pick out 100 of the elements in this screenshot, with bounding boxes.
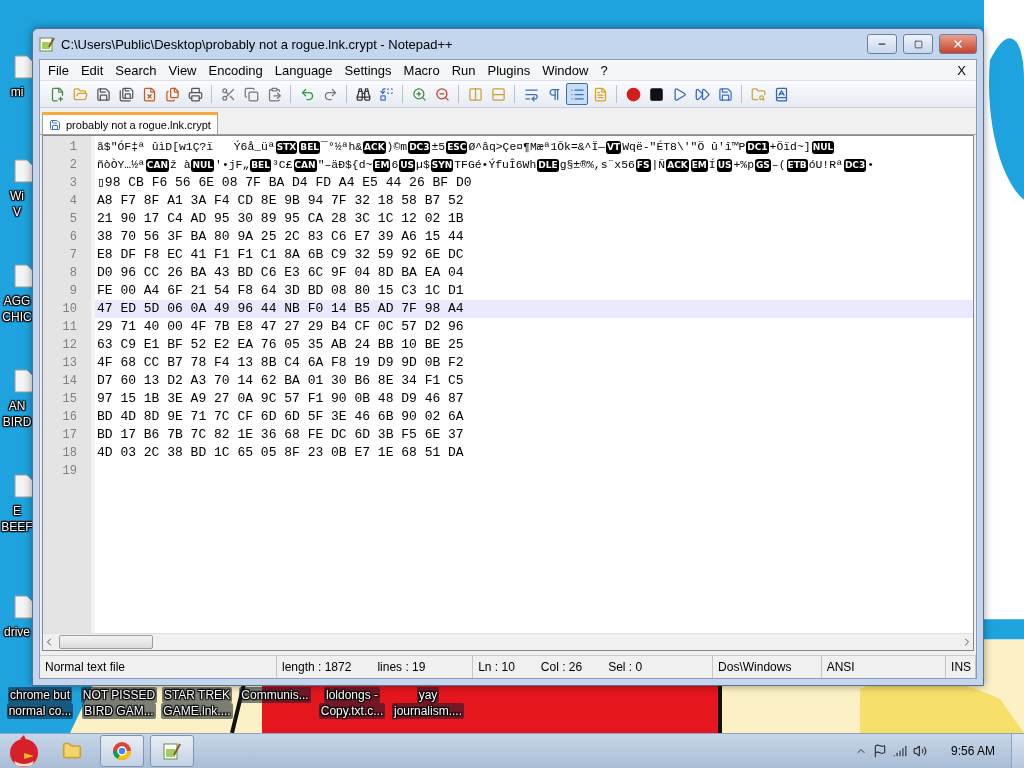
folder-search-icon: [750, 86, 766, 102]
line-number: 15: [61, 391, 78, 408]
control-char-badge: SYN: [430, 158, 454, 172]
control-char-badge: STX: [275, 140, 298, 154]
pilcrow-icon: [546, 86, 562, 102]
control-char-badge: EM: [690, 158, 708, 172]
control-char-badge: ACK: [363, 140, 386, 154]
control-char-badge: US: [716, 158, 733, 172]
menu-item[interactable]: Window: [536, 61, 595, 79]
line-number: 2: [68, 157, 78, 174]
menu-item[interactable]: File: [42, 61, 75, 79]
code-text: ±5: [431, 140, 446, 155]
line-number: 3: [68, 175, 78, 192]
line-number: 4: [68, 193, 78, 210]
cut-icon: [220, 86, 236, 102]
code-text: A8 F7 8F A1 3A F4 CD 8E 9B 94 7F 32 18 58 B7 52: [97, 192, 464, 210]
menu-item[interactable]: Macro: [397, 61, 446, 79]
notepad-button[interactable]: [150, 735, 194, 767]
close-button[interactable]: [939, 34, 977, 54]
file-tab[interactable]: probably not a rogue.lnk.crypt: [42, 112, 218, 134]
control-char-badge: CAN: [145, 158, 169, 172]
file-icon: [13, 54, 35, 80]
code-text: ã$"ÓF‡ª ûìD[w1Ç?ï Ý6å_üª: [97, 139, 275, 155]
menu-item[interactable]: ?: [594, 61, 614, 79]
code-text: 4F 68 CC B7 78 F4 13 8B C4 6A F8 19 D9 9D 0B F2: [97, 354, 464, 372]
control-char-badge: FS: [635, 158, 651, 172]
status-text: lines : 19: [377, 660, 426, 674]
browser-icon: [112, 741, 132, 761]
desktop-icon-label[interactable]: Communis...: [239, 687, 311, 703]
clock[interactable]: 9:56 AM: [932, 744, 1005, 758]
menu-item[interactable]: Settings: [338, 61, 398, 79]
file-icon: [13, 368, 35, 394]
control-char-badge: ACK: [666, 158, 689, 172]
line-number: 12: [61, 337, 78, 354]
desktop-icon-label[interactable]: journalism....: [392, 703, 464, 719]
code-text: ³C£: [272, 158, 293, 173]
file-icon: [13, 158, 35, 184]
menu-item[interactable]: Edit: [74, 61, 110, 79]
close-document-button[interactable]: X: [949, 62, 974, 78]
menu-item[interactable]: Encoding: [202, 61, 269, 79]
status-text: INS: [951, 660, 972, 674]
desktop-icon-label[interactable]: GAME.lnk....: [161, 703, 233, 719]
control-char-badge: VT: [606, 140, 622, 154]
code-text: |Ñ: [651, 158, 666, 173]
code-text: g§±®%,s¨x56: [559, 158, 635, 173]
minimize-button[interactable]: [867, 34, 897, 54]
desktop-icon-label[interactable]: BIRD GAM...: [82, 703, 156, 719]
menu-item[interactable]: Plugins: [481, 61, 537, 79]
control-char-badge: CAN: [293, 158, 317, 172]
line-number: 7: [68, 247, 78, 264]
maximize-button[interactable]: [903, 34, 933, 54]
desktop-icon-label[interactable]: loldongs -: [324, 687, 380, 703]
status-text: length : 1872: [281, 660, 352, 674]
chrome-button[interactable]: [100, 735, 144, 767]
code-text: BD 4D 8D 9E 71 7C CF 6D 6D 5F 3E 46 6B 90 02 6A: [97, 408, 464, 426]
save-icon: [49, 118, 61, 131]
status-text: Dos\Windows: [718, 660, 792, 674]
line-number: 9: [68, 283, 78, 300]
wrap-icon: [523, 86, 539, 102]
line-number: 18: [61, 445, 78, 462]
close-file-icon: [141, 86, 157, 102]
code-text: TFGé•ÝfuÎ6Wh: [454, 157, 537, 173]
fast-forward-icon: [694, 86, 710, 102]
save-icon: [95, 86, 111, 102]
menu-item[interactable]: Run: [445, 61, 482, 79]
flag-icon[interactable]: [872, 744, 887, 758]
status-text: Normal text file: [45, 660, 126, 674]
folder-icon: [62, 741, 82, 761]
desktop-icon-label[interactable]: STAR TREK: [161, 687, 233, 703]
menu-item[interactable]: Search: [109, 61, 163, 79]
code-text: 29 71 40 00 4F 7B E8 47 27 29 B4 CF 0C 57 D2 96: [97, 318, 464, 336]
code-text: Í: [708, 157, 716, 173]
list-button[interactable]: [566, 83, 588, 105]
code-text: ¯°½ªh&: [321, 140, 363, 155]
desktop-icon-label[interactable]: normal co...: [6, 703, 74, 719]
code-text: ▯98 CB F6 56 6E 08 7F BA D4 FD A4 E5 44 26 BF D0: [97, 174, 472, 192]
line-number: 10: [61, 301, 78, 318]
control-char-badge: DC3: [843, 158, 867, 172]
code-text: 6: [391, 158, 399, 173]
notepad-icon: [162, 741, 182, 761]
save-icon: [717, 86, 733, 102]
speaker-icon[interactable]: [912, 744, 927, 758]
desktop-icon-label[interactable]: chrome but: [8, 687, 72, 703]
code-text: FE 00 A4 6F 21 54 F8 64 3D BD 08 80 15 C3 1C D1: [97, 282, 464, 300]
close-all-icon: [164, 86, 180, 102]
scrollbar-thumb[interactable]: [59, 635, 153, 649]
open-folder-icon: [72, 86, 88, 102]
menu-item[interactable]: View: [162, 61, 203, 79]
code-text: ž à: [169, 158, 191, 173]
code-text: +Öïd~]: [769, 140, 811, 155]
desktop-icon-label[interactable]: Copy.txt.c...: [318, 703, 386, 719]
code-text: E8 DF F8 EC 41 F1 F1 C1 8A 6B C9 32 59 92 6E DC: [97, 246, 464, 264]
desktop-icon-label[interactable]: yay: [416, 687, 440, 703]
stop-icon: [648, 86, 664, 102]
code-text: Ø^âq>Çe¤¶Mæª1Õk=&^Ï—: [468, 140, 606, 155]
code-text: µ$: [416, 158, 430, 173]
control-char-badge: EM: [373, 158, 391, 172]
menu-item[interactable]: Language: [268, 61, 339, 79]
network-icon[interactable]: [892, 744, 907, 758]
zoom-in-icon: [411, 86, 427, 102]
